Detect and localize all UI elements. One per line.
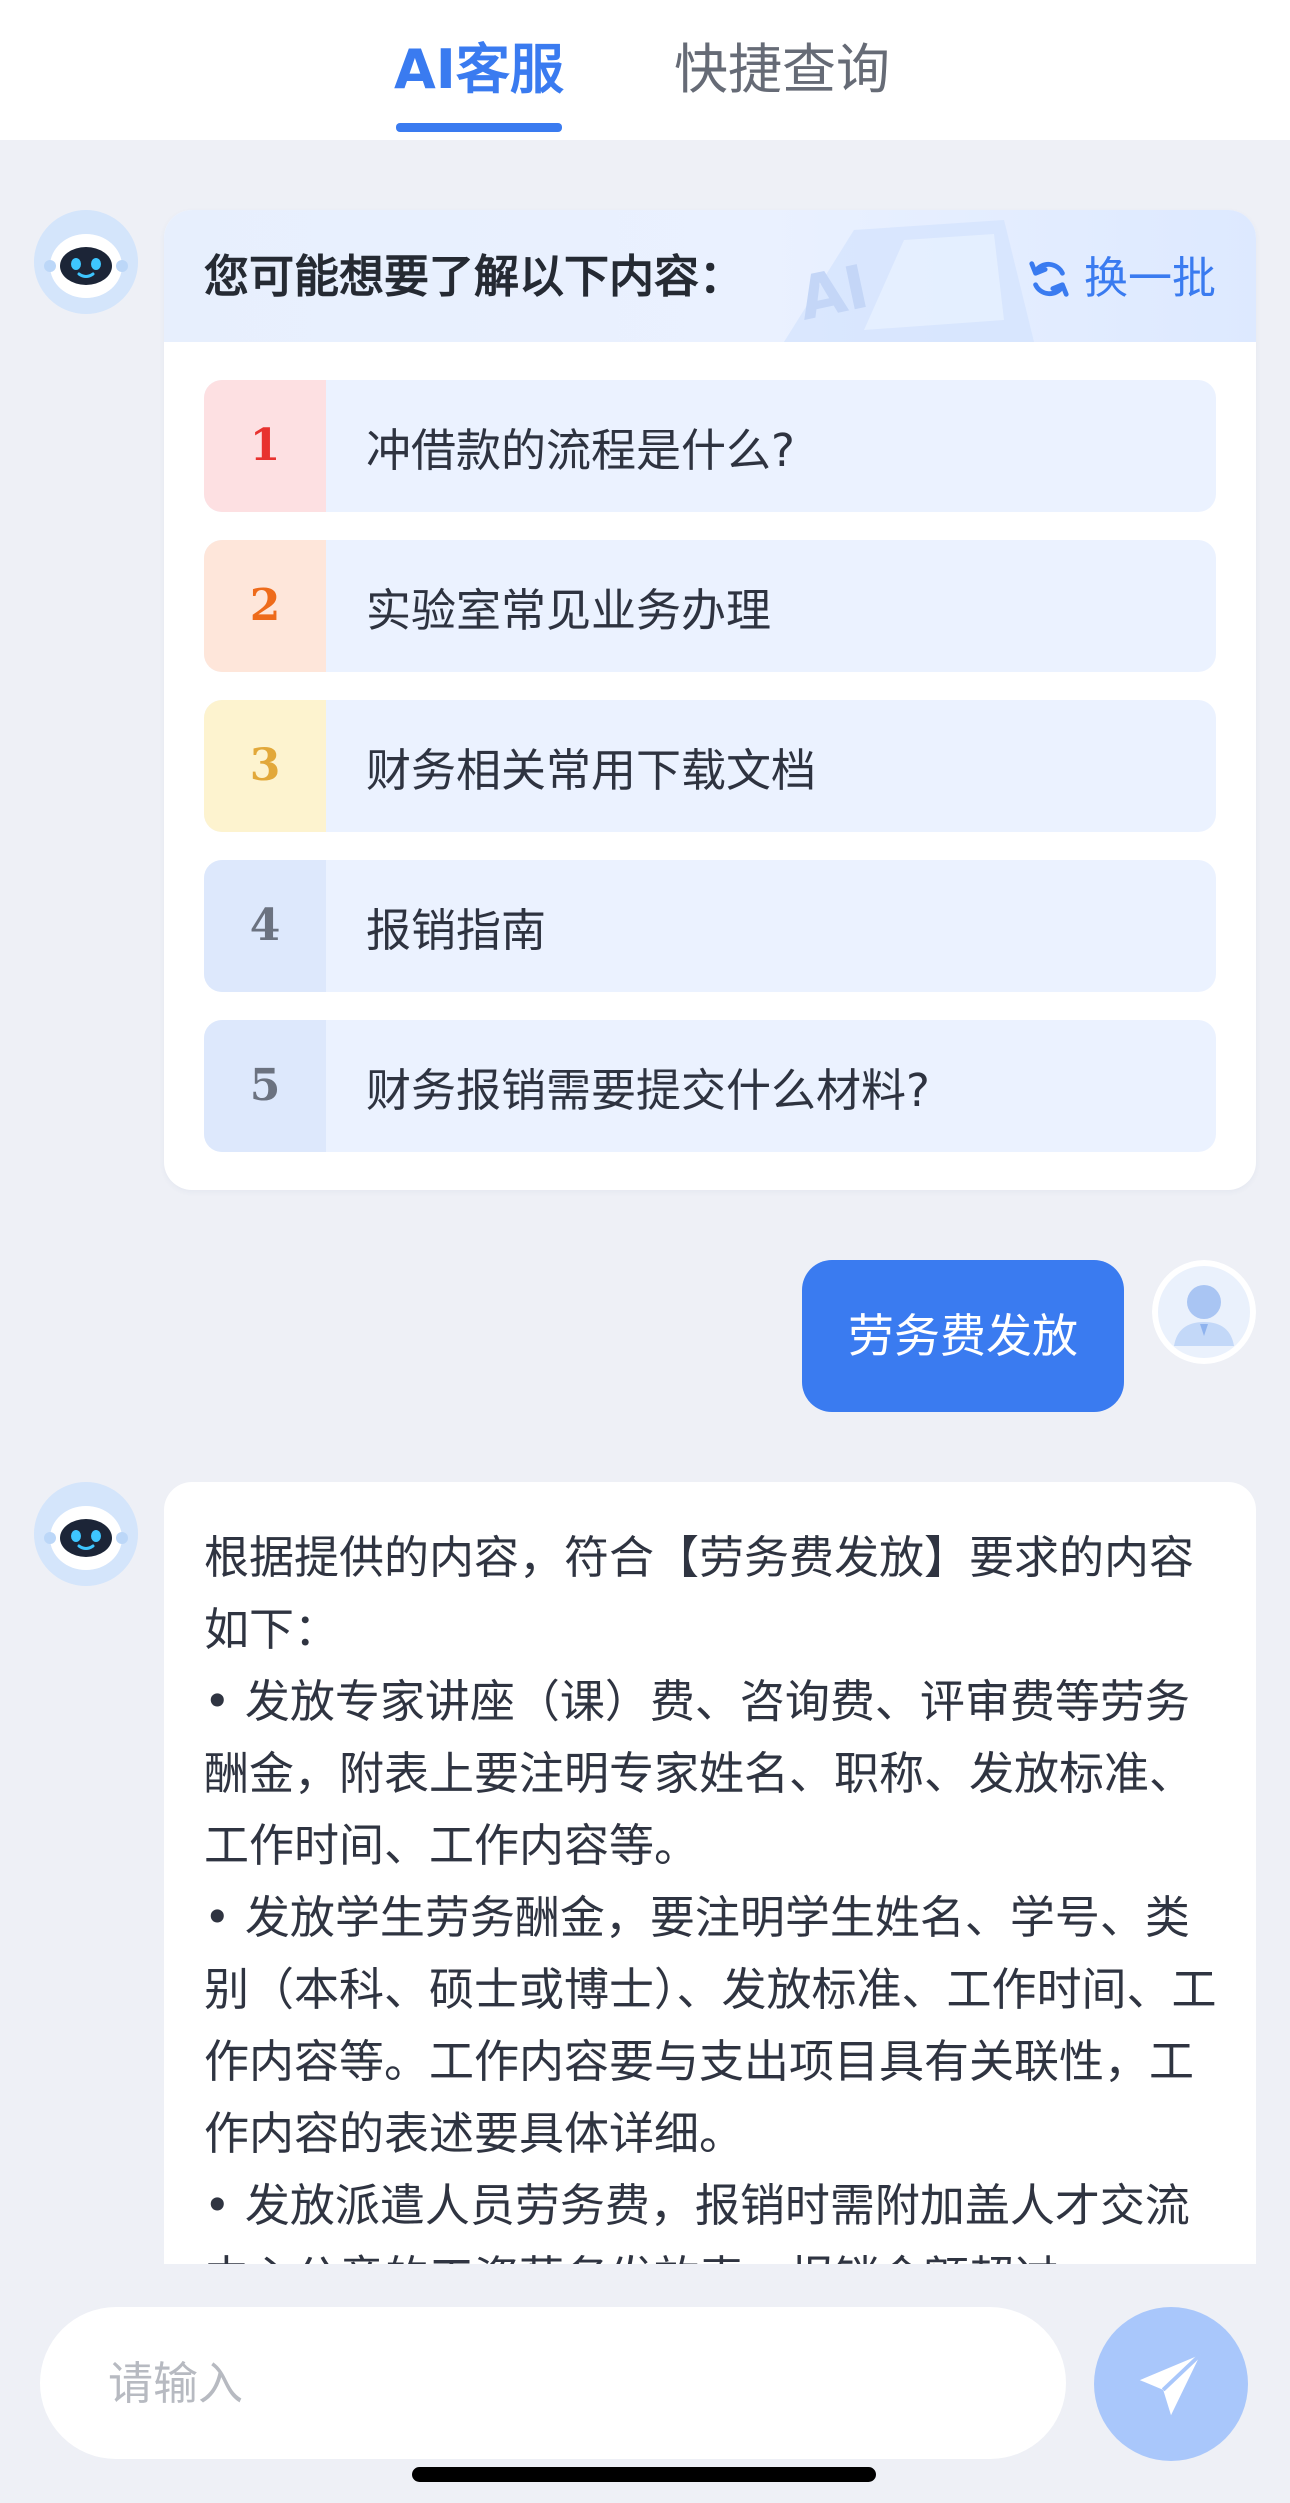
suggestion-title: 您可能想要了解以下内容： (204, 250, 745, 303)
tab-quick-query[interactable]: 快捷查询 (674, 30, 890, 110)
suggestion-item-1[interactable]: 1 冲借款的流程是什么? (204, 380, 1216, 512)
tab-ai-service-label: AI客服 (394, 38, 564, 101)
header-tabs: AI客服 快捷查询 (0, 0, 1290, 140)
suggestion-text: 报销指南 (366, 903, 547, 957)
suggestion-list: 1 冲借款的流程是什么? 2 实验室常见业务办理 3 财务相关常用下载文档 4 … (204, 380, 1216, 1180)
suggestion-text: 财务相关常用下载文档 (366, 743, 817, 797)
answer-text: 根据提供的内容，符合【劳务费发放】要求的内容如下： • 发放专家讲座（课）费、咨… (204, 1522, 1224, 2264)
ai-decoration-icon: AI (784, 220, 1034, 342)
suggestion-number: 3 (204, 700, 326, 832)
answer-line: 根据提供的内容，符合【劳务费发放】要求的内容如下： (204, 1531, 1195, 1656)
suggestion-text: 实验室常见业务办理 (366, 583, 772, 637)
home-indicator (412, 2467, 876, 2482)
suggestion-card-header: AI 您可能想要了解以下内容： 换一批 (164, 210, 1256, 342)
suggestion-number: 2 (204, 540, 326, 672)
suggestion-item-3[interactable]: 3 财务相关常用下载文档 (204, 700, 1216, 832)
tab-quick-query-label: 快捷查询 (674, 38, 890, 101)
answer-line: • 发放学生劳务酬金，要注明学生姓名、学号、类别（本科、硕士或博士）、发放标准、… (204, 1891, 1217, 2160)
suggestion-text: 冲借款的流程是什么? (366, 423, 795, 477)
paper-plane-icon (1139, 2353, 1202, 2416)
suggestion-item-5[interactable]: 5 财务报销需要提交什么材料? (204, 1020, 1216, 1152)
svg-text:AI: AI (793, 252, 875, 335)
suggestion-number: 4 (204, 860, 326, 992)
refresh-button[interactable]: 换一批 (1026, 244, 1216, 314)
user-avatar-icon (1152, 1260, 1256, 1364)
tab-ai-service[interactable]: AI客服 (394, 30, 564, 132)
suggestion-item-4[interactable]: 4 报销指南 (204, 860, 1216, 992)
refresh-label: 换一批 (1084, 253, 1216, 304)
bot-answer-bubble: 根据提供的内容，符合【劳务费发放】要求的内容如下： • 发放专家讲座（课）费、咨… (164, 1482, 1256, 2264)
send-button[interactable] (1094, 2307, 1248, 2461)
robot-avatar-icon (34, 210, 138, 314)
message-input[interactable] (40, 2307, 1066, 2459)
robot-avatar-icon (34, 1482, 138, 1586)
suggestion-number: 1 (204, 380, 326, 512)
suggestion-item-2[interactable]: 2 实验室常见业务办理 (204, 540, 1216, 672)
active-tab-indicator (396, 123, 562, 132)
answer-line: • 发放专家讲座（课）费、咨询费、评审费等劳务酬金，附表上要注明专家姓名、职称、… (204, 1675, 1195, 1872)
refresh-icon (1029, 261, 1069, 297)
suggestion-card: AI 您可能想要了解以下内容： 换一批 1 冲借款的流程是什么? 2 实验室常见… (164, 210, 1256, 1190)
answer-line: • 发放派遣人员劳务费，报销时需附加盖人才交流中心公章的工资薪务发放表，报销金额… (204, 2179, 1190, 2264)
suggestion-number: 5 (204, 1020, 326, 1152)
suggestion-text: 财务报销需要提交什么材料? (366, 1063, 930, 1117)
user-message-bubble: 劳务费发放 (802, 1260, 1124, 1412)
